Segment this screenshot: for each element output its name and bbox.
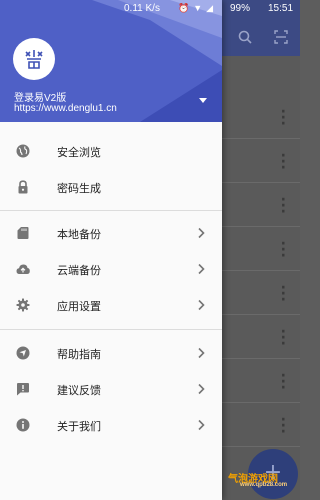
- divider: [0, 210, 222, 211]
- more-icon[interactable]: · · ·: [281, 369, 286, 395]
- chevron-right-icon: [198, 227, 205, 239]
- more-icon[interactable]: · · ·: [281, 237, 286, 263]
- menu-item-safe-browsing[interactable]: 安全浏览: [0, 133, 222, 169]
- list-item[interactable]: · · ·: [222, 359, 300, 403]
- info-icon: [16, 418, 30, 432]
- chevron-right-icon: [198, 263, 205, 275]
- status-bar: 0.11 K/s ⏰ ▼ ◢ 99% 15:51: [0, 0, 300, 18]
- app-logo-avatar[interactable]: [13, 38, 55, 80]
- app-name: 登录易V2版: [14, 93, 67, 104]
- menu-item-label: 云端备份: [57, 264, 101, 277]
- chevron-down-icon[interactable]: [198, 97, 208, 105]
- chevron-right-icon: [198, 347, 205, 359]
- cloud-upload-icon: [16, 264, 30, 274]
- menu-item-label: 应用设置: [57, 300, 101, 313]
- navigation-icon: [16, 346, 30, 360]
- sd-card-icon: [17, 227, 29, 239]
- chevron-right-icon: [198, 299, 205, 311]
- more-icon[interactable]: · · ·: [281, 149, 286, 175]
- search-icon[interactable]: [238, 30, 252, 44]
- more-icon[interactable]: · · ·: [281, 281, 286, 307]
- menu-item-help-guide[interactable]: 帮助指南: [0, 335, 222, 371]
- background-app: · · · · · · · · · · · · · · · · · · · · · · · ·: [222, 0, 300, 500]
- more-icon[interactable]: · · ·: [281, 193, 286, 219]
- menu-item-label: 安全浏览: [57, 146, 101, 159]
- menu-item-label: 关于我们: [57, 420, 101, 433]
- scan-icon[interactable]: [274, 30, 288, 44]
- menu-item-about-us[interactable]: 关于我们: [0, 407, 222, 443]
- menu-item-feedback[interactable]: 建议反馈: [0, 371, 222, 407]
- menu-item-password-generator[interactable]: 密码生成: [0, 169, 222, 205]
- list-item[interactable]: · · ·: [222, 95, 300, 139]
- list-item[interactable]: · · ·: [222, 315, 300, 359]
- clock: 15:51: [268, 3, 294, 14]
- list-item[interactable]: · · ·: [222, 183, 300, 227]
- menu-item-local-backup[interactable]: 本地备份: [0, 215, 222, 251]
- list-item[interactable]: · · ·: [222, 139, 300, 183]
- lock-icon: [18, 180, 28, 194]
- network-speed: 0.11 K/s: [124, 3, 160, 14]
- watermark-logo: 气泡游戏网 www.qpb28.com: [228, 474, 288, 488]
- divider: [0, 329, 222, 330]
- menu-item-app-settings[interactable]: 应用设置: [0, 287, 222, 323]
- more-icon[interactable]: · · ·: [281, 105, 286, 131]
- gear-icon: [16, 298, 30, 312]
- menu-item-label: 帮助指南: [57, 348, 101, 361]
- menu-item-label: 密码生成: [57, 182, 101, 195]
- drawer-header: 登录易V2版 https://www.denglu1.cn: [0, 0, 222, 122]
- signal-icon: ◢: [206, 3, 214, 13]
- alarm-icon: ⏰: [178, 3, 190, 13]
- list-item[interactable]: · · ·: [222, 227, 300, 271]
- globe-icon: [16, 144, 30, 158]
- list-item[interactable]: · · ·: [222, 403, 300, 447]
- chevron-right-icon: [198, 383, 205, 395]
- battery-level: 99%: [230, 3, 251, 14]
- menu-item-label: 本地备份: [57, 228, 101, 241]
- menu-item-label: 建议反馈: [57, 384, 101, 397]
- more-icon[interactable]: · · ·: [281, 413, 286, 439]
- app-url[interactable]: https://www.denglu1.cn: [14, 103, 117, 114]
- navigation-drawer: 登录易V2版 https://www.denglu1.cn 安全浏览 密码生成 …: [0, 0, 222, 500]
- app-logo-icon: [25, 50, 43, 69]
- chevron-right-icon: [198, 419, 205, 431]
- wifi-icon: ▼: [193, 3, 203, 13]
- list-item[interactable]: · · ·: [222, 271, 300, 315]
- menu-item-cloud-backup[interactable]: 云端备份: [0, 251, 222, 287]
- feedback-icon: [17, 383, 29, 396]
- more-icon[interactable]: · · ·: [281, 325, 286, 351]
